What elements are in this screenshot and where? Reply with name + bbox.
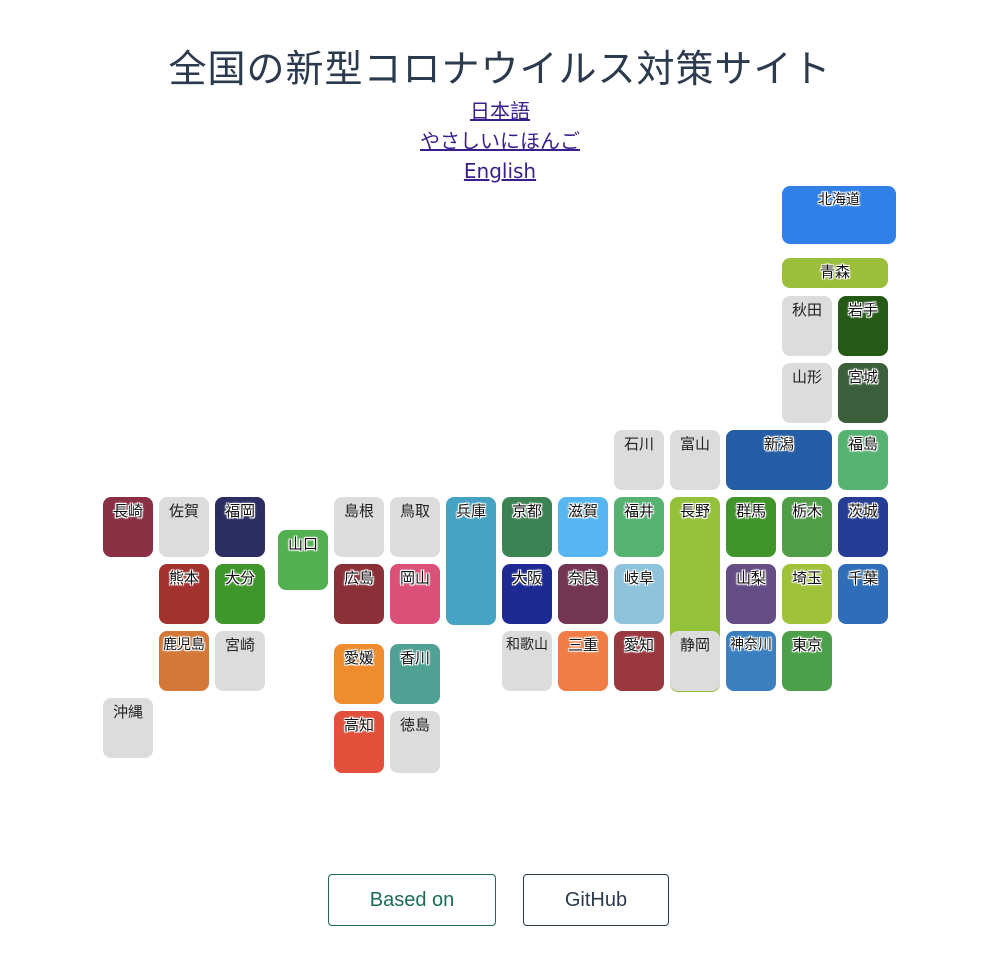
prefecture-label: 富山 (679, 435, 710, 453)
prefecture-label: 青森 (819, 263, 850, 281)
prefecture-tile-chiba[interactable]: 千葉 (838, 564, 888, 624)
prefecture-label: 愛媛 (343, 649, 374, 667)
prefecture-label: 広島 (343, 569, 374, 587)
prefecture-tile-tokushima[interactable]: 徳島 (390, 711, 440, 773)
prefecture-label: 岩手 (847, 301, 878, 319)
prefecture-tile-fukushima[interactable]: 福島 (838, 430, 888, 490)
prefecture-tile-okayama[interactable]: 岡山 (390, 564, 440, 624)
prefecture-tile-nara[interactable]: 奈良 (558, 564, 608, 624)
prefecture-label: 奈良 (567, 569, 598, 587)
prefecture-tile-tochigi[interactable]: 栃木 (782, 497, 832, 557)
prefecture-label: 石川 (623, 435, 654, 453)
prefecture-label: 福島 (847, 435, 878, 453)
prefecture-tile-kanagawa[interactable]: 神奈川 (726, 631, 776, 691)
prefecture-label: 鹿児島 (163, 637, 205, 653)
prefecture-tile-miyazaki[interactable]: 宮崎 (215, 631, 265, 691)
prefecture-tile-miyagi[interactable]: 宮城 (838, 363, 888, 423)
prefecture-label: 沖縄 (112, 703, 143, 721)
prefecture-tile-yamanashi[interactable]: 山梨 (726, 564, 776, 624)
prefecture-tile-wakayama[interactable]: 和歌山 (502, 631, 552, 691)
prefecture-tile-kyoto[interactable]: 京都 (502, 497, 552, 557)
prefecture-tile-gifu[interactable]: 岐阜 (614, 564, 664, 624)
prefecture-label: 兵庫 (455, 502, 486, 520)
prefecture-label: 静岡 (679, 636, 710, 654)
prefecture-tile-ehime[interactable]: 愛媛 (334, 644, 384, 704)
prefecture-tile-hokkaido[interactable]: 北海道 (782, 186, 896, 244)
prefecture-tile-shiga[interactable]: 滋賀 (558, 497, 608, 557)
prefecture-label: 福岡 (224, 502, 255, 520)
prefecture-tile-saga[interactable]: 佐賀 (159, 497, 209, 557)
prefecture-label: 東京 (791, 636, 822, 654)
prefecture-tile-akita[interactable]: 秋田 (782, 296, 832, 356)
prefecture-tile-niigata[interactable]: 新潟 (726, 430, 832, 490)
prefecture-label: 愛知 (623, 636, 654, 654)
prefecture-label: 福井 (623, 502, 654, 520)
prefecture-tile-tottori[interactable]: 鳥取 (390, 497, 440, 557)
prefecture-label: 鳥取 (399, 502, 430, 520)
prefecture-tile-kumamoto[interactable]: 熊本 (159, 564, 209, 624)
prefecture-tile-oita[interactable]: 大分 (215, 564, 265, 624)
prefecture-tile-tokyo[interactable]: 東京 (782, 631, 832, 691)
prefecture-tile-yamaguchi[interactable]: 山口 (278, 530, 328, 590)
prefecture-tile-nagasaki[interactable]: 長崎 (103, 497, 153, 557)
prefecture-label: 秋田 (791, 301, 822, 319)
prefecture-label: 北海道 (818, 192, 860, 208)
prefecture-label: 大阪 (511, 569, 542, 587)
prefecture-tile-aichi[interactable]: 愛知 (614, 631, 664, 691)
japan-prefecture-map: 北海道青森秋田 岩手山形 宮城石川 富山 新潟 福島長崎 佐賀 福岡山口 島根 鳥取 兵庫 京都 滋賀 福… (0, 0, 1000, 976)
prefecture-tile-gunma[interactable]: 群馬 (726, 497, 776, 557)
prefecture-tile-toyama[interactable]: 富山 (670, 430, 720, 490)
prefecture-label: 宮崎 (224, 636, 255, 654)
prefecture-label: 長野 (679, 502, 710, 520)
prefecture-label: 新潟 (763, 435, 794, 453)
prefecture-tile-aomori[interactable]: 青森 (782, 258, 888, 288)
github-button[interactable]: GitHub (523, 874, 669, 926)
prefecture-tile-hiroshima[interactable]: 広島 (334, 564, 384, 624)
prefecture-label: 香川 (399, 649, 430, 667)
prefecture-label: 高知 (343, 716, 374, 734)
prefecture-tile-mie[interactable]: 三重 (558, 631, 608, 691)
prefecture-tile-saitama[interactable]: 埼玉 (782, 564, 832, 624)
prefecture-label: 長崎 (112, 502, 143, 520)
prefecture-tile-hyogo[interactable]: 兵庫 (446, 497, 496, 625)
prefecture-label: 岐阜 (623, 569, 654, 587)
prefecture-label: 徳島 (399, 716, 430, 734)
prefecture-label: 千葉 (847, 569, 878, 587)
prefecture-tile-ishikawa[interactable]: 石川 (614, 430, 664, 490)
prefecture-label: 神奈川 (730, 637, 772, 653)
prefecture-tile-fukui[interactable]: 福井 (614, 497, 664, 557)
prefecture-label: 埼玉 (791, 569, 822, 587)
prefecture-tile-okinawa[interactable]: 沖縄 (103, 698, 153, 758)
prefecture-tile-osaka[interactable]: 大阪 (502, 564, 552, 624)
prefecture-label: 京都 (511, 502, 542, 520)
prefecture-tile-iwate[interactable]: 岩手 (838, 296, 888, 356)
prefecture-label: 和歌山 (506, 637, 548, 653)
prefecture-label: 佐賀 (168, 502, 199, 520)
prefecture-label: 群馬 (735, 502, 766, 520)
prefecture-label: 茨城 (847, 502, 878, 520)
prefecture-label: 栃木 (791, 502, 822, 520)
prefecture-tile-kagawa[interactable]: 香川 (390, 644, 440, 704)
prefecture-tile-kochi[interactable]: 高知 (334, 711, 384, 773)
prefecture-label: 山形 (791, 368, 822, 386)
prefecture-label: 山口 (287, 535, 318, 553)
prefecture-label: 滋賀 (567, 502, 598, 520)
prefecture-label: 熊本 (168, 569, 199, 587)
prefecture-tile-fukuoka[interactable]: 福岡 (215, 497, 265, 557)
based-on-button[interactable]: Based on (328, 874, 496, 926)
prefecture-label: 宮城 (847, 368, 878, 386)
prefecture-label: 岡山 (399, 569, 430, 587)
prefecture-tile-shizuoka[interactable]: 静岡 (670, 631, 720, 691)
prefecture-tile-shimane[interactable]: 島根 (334, 497, 384, 557)
prefecture-label: 大分 (224, 569, 255, 587)
prefecture-tile-kagoshima[interactable]: 鹿児島 (159, 631, 209, 691)
prefecture-tile-yamagata[interactable]: 山形 (782, 363, 832, 423)
prefecture-label: 島根 (343, 502, 374, 520)
prefecture-label: 山梨 (735, 569, 766, 587)
prefecture-tile-ibaraki[interactable]: 茨城 (838, 497, 888, 557)
prefecture-label: 三重 (567, 636, 598, 654)
